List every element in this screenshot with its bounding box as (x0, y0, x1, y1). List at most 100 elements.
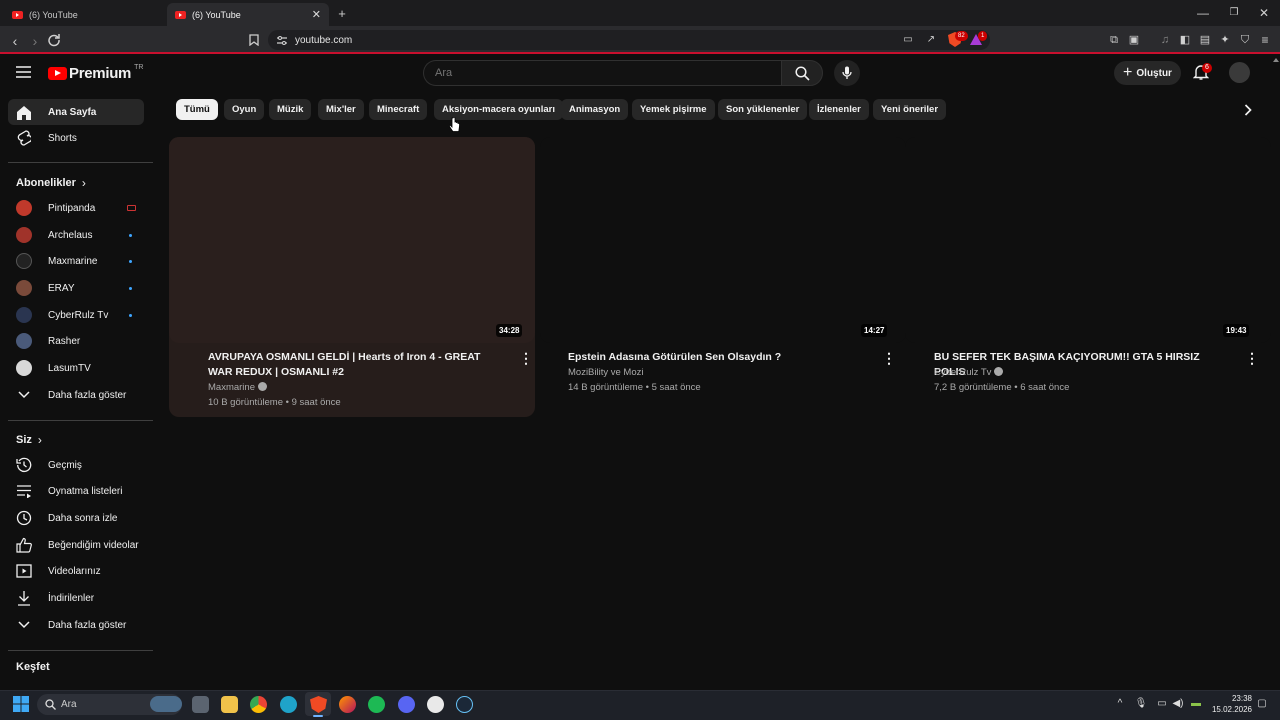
steam-icon[interactable] (456, 696, 473, 713)
browser-tab-active[interactable]: (6) YouTube ✕ (167, 3, 329, 26)
subscriptions-header[interactable]: Abonelikler › (16, 176, 86, 190)
video-channel[interactable]: CyberRulz Tv (934, 365, 1004, 380)
search-input[interactable] (423, 60, 782, 86)
chip[interactable]: Mix'ler (318, 99, 364, 120)
page-scrollbar[interactable] (1271, 56, 1280, 690)
address-bar[interactable]: youtube.com (268, 30, 990, 50)
video-channel[interactable]: Maxmarine (208, 380, 267, 395)
video-thumbnail[interactable] (540, 137, 906, 343)
sidebar-toggle-icon[interactable]: ◧ (1178, 33, 1192, 47)
channel-avatar (16, 253, 32, 269)
sidebar-item-watch-later[interactable]: Daha sonra izle (8, 505, 144, 531)
bookmark-icon[interactable] (249, 34, 259, 46)
close-window-button[interactable]: ✕ (1256, 5, 1272, 21)
shorts-icon (16, 130, 32, 146)
spotify-icon[interactable] (368, 696, 385, 713)
video-title[interactable]: AVRUPAYA OSMANLI GELDİ | Hearts of Iron … (208, 350, 503, 380)
chip[interactable]: Oyun (224, 99, 265, 120)
sidebar-item-home[interactable]: Ana Sayfa (8, 99, 144, 125)
reload-icon[interactable] (47, 33, 61, 47)
discord-icon[interactable] (398, 696, 415, 713)
chip[interactable]: Minecraft (369, 99, 428, 120)
edge-icon[interactable] (280, 696, 297, 713)
restore-button[interactable]: ❐ (1226, 5, 1242, 21)
video-title[interactable]: Epstein Adasına Götürülen Sen Olsaydın ? (568, 350, 868, 365)
plus-icon: + (1123, 64, 1133, 81)
account-avatar[interactable] (1229, 62, 1250, 83)
chip[interactable]: Müzik (269, 99, 312, 120)
more-options-icon[interactable]: ⋮ (1245, 350, 1259, 367)
chip-all[interactable]: Tümü (176, 99, 218, 120)
screenshot-icon[interactable]: ▣ (1127, 33, 1141, 47)
music-icon[interactable]: ♫ (1158, 33, 1172, 47)
minimize-button[interactable]: — (1195, 5, 1211, 21)
subscription-item[interactable]: LasumTV (8, 355, 144, 381)
tray-overflow-icon[interactable]: ^ (1114, 698, 1126, 710)
playlists-icon (16, 483, 32, 499)
volume-icon[interactable]: ◀) (1172, 698, 1184, 710)
notification-center-icon[interactable]: ▢ (1256, 698, 1268, 710)
wallet-icon[interactable]: ▤ (1198, 33, 1212, 47)
new-tab-button[interactable]: + (335, 6, 349, 20)
site-settings-icon[interactable] (277, 36, 287, 45)
chip[interactable]: Yeni öneriler (873, 99, 947, 120)
subscription-item[interactable]: ERAY (8, 275, 144, 301)
voice-search-button[interactable] (834, 60, 860, 86)
video-stats: 14 B görüntüleme • 5 saat önce (568, 382, 701, 393)
url-text: youtube.com (295, 34, 353, 46)
windows-start-icon[interactable] (13, 696, 29, 712)
extensions-icon[interactable]: ⧉ (1107, 33, 1121, 47)
chip[interactable]: Animasyon (561, 99, 629, 120)
youtube-premium-logo[interactable]: Premium TR (48, 64, 143, 82)
sidebar-item-shorts[interactable]: Shorts (8, 125, 144, 151)
app-icon[interactable] (427, 696, 444, 713)
battery-icon[interactable]: ▬ (1189, 698, 1203, 710)
sidebar-item-playlists[interactable]: Oynatma listeleri (8, 478, 144, 504)
microphone-tray-icon[interactable]: 🎙 (1135, 698, 1148, 710)
video-channel[interactable]: MoziBility ve Mozi (568, 365, 644, 380)
tab-title: (6) YouTube (29, 9, 78, 20)
search-button[interactable] (781, 60, 823, 86)
file-explorer-icon[interactable] (221, 696, 238, 713)
create-button[interactable]: + Oluştur (1114, 61, 1181, 85)
chip[interactable]: İzlenenler (809, 99, 869, 120)
close-tab-icon[interactable]: ✕ (312, 8, 321, 21)
subscription-item[interactable]: CyberRulz Tv (8, 302, 144, 328)
chips-next-arrow-icon[interactable] (1244, 104, 1252, 116)
more-options-icon[interactable]: ⋮ (882, 350, 896, 367)
hamburger-menu-icon[interactable] (16, 66, 31, 78)
show-more-you[interactable]: Daha fazla göster (8, 612, 144, 638)
back-icon[interactable]: ‹ (7, 33, 23, 49)
you-header[interactable]: Siz › (16, 433, 42, 447)
subscription-item[interactable]: Maxmarine (8, 248, 144, 274)
more-options-icon[interactable]: ⋮ (519, 350, 533, 367)
cast-icon[interactable]: ▭ (901, 34, 915, 46)
sidebar-item-your-videos[interactable]: Videolarınız (8, 558, 144, 584)
task-view-icon[interactable] (192, 696, 209, 713)
chip[interactable]: Son yüklenenler (718, 99, 808, 120)
sidebar-item-liked-videos[interactable]: Beğendiğim videolar (8, 532, 144, 558)
create-label: Oluştur (1136, 67, 1172, 79)
show-more-subscriptions[interactable]: Daha fazla göster (8, 382, 144, 408)
sidebar-item-history[interactable]: Geçmiş (8, 452, 144, 478)
share-icon[interactable]: ↗ (924, 34, 938, 46)
video-thumbnail[interactable] (905, 137, 1271, 343)
menu-icon[interactable]: ≡ (1258, 33, 1272, 47)
subscription-item[interactable]: Pintipanda (8, 195, 144, 221)
chip[interactable]: Yemek pişirme (632, 99, 715, 120)
subscription-item[interactable]: Archelaus (8, 222, 144, 248)
browser-tab[interactable]: (6) YouTube (4, 3, 166, 26)
vpn-icon[interactable]: ⛉ (1238, 33, 1252, 47)
forward-icon[interactable]: › (27, 33, 43, 49)
leo-ai-icon[interactable]: ✦ (1218, 33, 1232, 47)
sidebar-item-label: Ana Sayfa (48, 106, 97, 118)
subscription-item[interactable]: Rasher (8, 328, 144, 354)
network-icon[interactable]: ▭ (1156, 698, 1168, 710)
video-thumbnail[interactable] (169, 137, 535, 343)
video-duration: 34:28 (496, 324, 523, 337)
firefox-icon[interactable] (339, 696, 356, 713)
divider (8, 420, 153, 421)
chrome-icon[interactable] (250, 696, 267, 713)
taskbar-clock[interactable]: 23:38 15.02.2026 (1208, 693, 1252, 715)
sidebar-item-downloads[interactable]: İndirilenler (8, 585, 144, 611)
